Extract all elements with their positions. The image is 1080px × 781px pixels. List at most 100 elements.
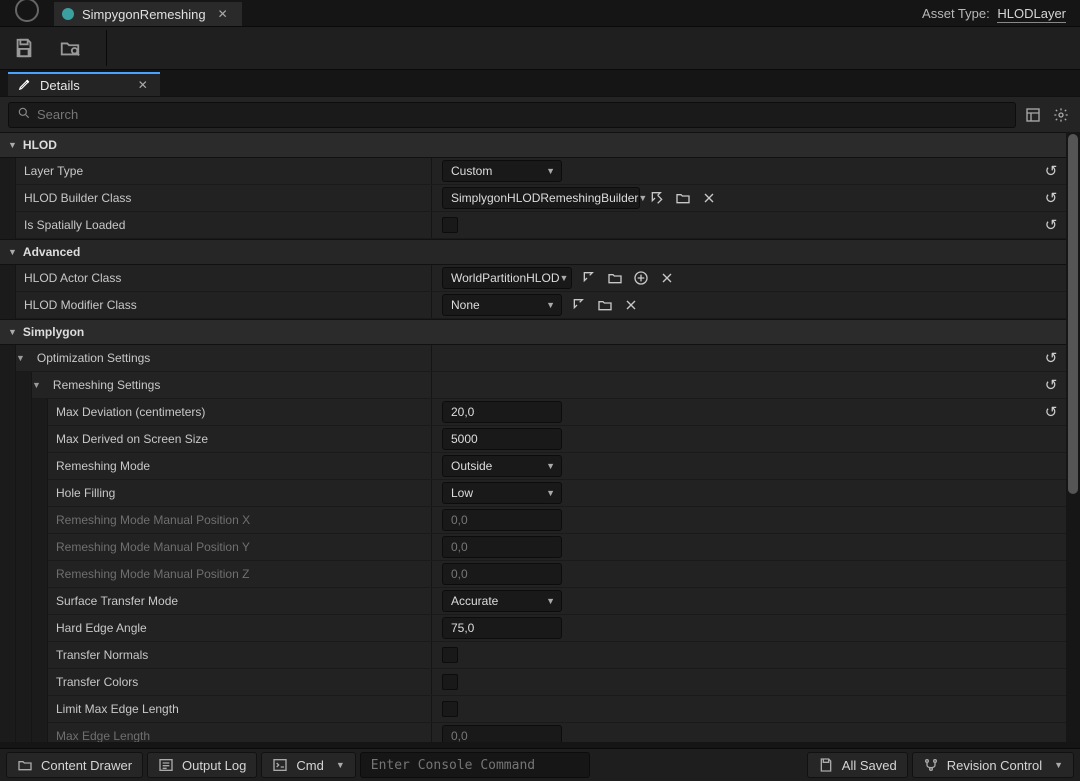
- reset-icon[interactable]: ↺: [1045, 162, 1058, 180]
- row-transfer-colors: Transfer Colors: [0, 669, 1066, 696]
- close-icon[interactable]: ✕: [214, 7, 232, 21]
- checkbox-transfer-normals[interactable]: [442, 647, 458, 663]
- reset-icon[interactable]: ↺: [1045, 216, 1058, 234]
- category-simplygon[interactable]: ▼ Simplygon: [0, 319, 1066, 345]
- details-tab-row: Details ✕: [0, 70, 1080, 96]
- row-max-deviation: Max Deviation (centimeters) ↺: [0, 399, 1066, 426]
- use-selected-icon[interactable]: [570, 296, 588, 314]
- input-max-edge-length: [442, 725, 562, 742]
- close-icon[interactable]: ✕: [136, 78, 150, 92]
- row-optimization-settings[interactable]: ▼Optimization Settings ↺: [0, 345, 1066, 372]
- use-selected-icon[interactable]: [580, 269, 598, 287]
- clear-icon[interactable]: [700, 189, 718, 207]
- use-selected-icon[interactable]: [648, 189, 666, 207]
- checkbox-limit-max-edge[interactable]: [442, 701, 458, 717]
- dropdown-actor-class[interactable]: WorldPartitionHLOD▼: [442, 267, 572, 289]
- asset-type-link[interactable]: HLODLayer: [997, 6, 1066, 23]
- add-icon[interactable]: [632, 269, 650, 287]
- log-icon: [158, 757, 174, 773]
- status-bar: Content Drawer Output Log Cmd ▼ All Save…: [0, 748, 1080, 781]
- output-log-button[interactable]: Output Log: [147, 752, 257, 778]
- chevron-down-icon: ▼: [8, 140, 17, 150]
- input-max-derived[interactable]: [442, 428, 562, 450]
- chevron-down-icon: ▼: [638, 193, 647, 203]
- row-manual-pos-z: Remeshing Mode Manual Position Z: [0, 561, 1066, 588]
- app-logo: [0, 0, 54, 26]
- gear-icon[interactable]: [1050, 104, 1072, 126]
- checkbox-spatially-loaded[interactable]: [442, 217, 458, 233]
- chevron-down-icon: ▼: [559, 273, 568, 283]
- chevron-down-icon: ▼: [546, 300, 555, 310]
- input-hard-edge-angle[interactable]: [442, 617, 562, 639]
- chevron-down-icon: ▼: [546, 596, 555, 606]
- browse-folder-icon[interactable]: [606, 269, 624, 287]
- details-tab[interactable]: Details ✕: [8, 72, 160, 96]
- input-manual-pos-x: [442, 509, 562, 531]
- cmd-selector-button[interactable]: Cmd ▼: [261, 752, 355, 778]
- save-icon[interactable]: [10, 34, 38, 62]
- label-spatially-loaded: Is Spatially Loaded: [16, 218, 125, 232]
- chevron-down-icon: ▼: [8, 247, 17, 257]
- scrollbar-thumb[interactable]: [1068, 134, 1078, 494]
- chevron-down-icon: ▼: [336, 760, 345, 770]
- reset-icon[interactable]: ↺: [1045, 403, 1058, 421]
- search-icon: [17, 106, 31, 123]
- dropdown-modifier-class[interactable]: None▼: [442, 294, 562, 316]
- dropdown-surface-transfer[interactable]: Accurate▼: [442, 590, 562, 612]
- category-hlod[interactable]: ▼ HLOD: [0, 132, 1066, 158]
- window-titlebar: SimpygonRemeshing ✕ Asset Type: HLODLaye…: [0, 0, 1080, 26]
- all-saved-button[interactable]: All Saved: [807, 752, 908, 778]
- asset-tab-title: SimpygonRemeshing: [82, 7, 206, 22]
- row-layer-type: Layer Type Custom▼ ↺: [0, 158, 1066, 185]
- input-manual-pos-z: [442, 563, 562, 585]
- label-layer-type: Layer Type: [16, 164, 83, 178]
- row-surface-transfer: Surface Transfer Mode Accurate▼: [0, 588, 1066, 615]
- row-max-derived: Max Derived on Screen Size: [0, 426, 1066, 453]
- label-actor-class: HLOD Actor Class: [16, 271, 121, 285]
- reset-icon[interactable]: ↺: [1045, 189, 1058, 207]
- browse-icon[interactable]: [56, 34, 84, 62]
- content-drawer-button[interactable]: Content Drawer: [6, 752, 143, 778]
- browse-folder-icon[interactable]: [674, 189, 692, 207]
- dropdown-remeshing-mode[interactable]: Outside▼: [442, 455, 562, 477]
- row-transfer-normals: Transfer Normals: [0, 642, 1066, 669]
- row-actor-class: HLOD Actor Class WorldPartitionHLOD▼: [0, 265, 1066, 292]
- chevron-down-icon: ▼: [16, 353, 25, 363]
- row-hard-edge-angle: Hard Edge Angle: [0, 615, 1066, 642]
- details-tab-title: Details: [40, 78, 80, 93]
- scrollbar-track[interactable]: [1066, 132, 1080, 742]
- search-input[interactable]: [37, 107, 1007, 122]
- asset-tab[interactable]: SimpygonRemeshing ✕: [54, 2, 242, 26]
- browse-folder-icon[interactable]: [596, 296, 614, 314]
- row-remeshing-mode: Remeshing Mode Outside▼: [0, 453, 1066, 480]
- chevron-down-icon: ▼: [546, 166, 555, 176]
- layout-icon[interactable]: [1022, 104, 1044, 126]
- input-max-deviation[interactable]: [442, 401, 562, 423]
- pencil-icon: [18, 77, 32, 94]
- details-search-row: [0, 96, 1080, 132]
- chevron-down-icon: ▼: [546, 461, 555, 471]
- revision-control-button[interactable]: Revision Control ▼: [912, 752, 1074, 778]
- clear-icon[interactable]: [622, 296, 640, 314]
- input-manual-pos-y: [442, 536, 562, 558]
- row-remeshing-settings[interactable]: ▼Remeshing Settings ↺: [0, 372, 1066, 399]
- reset-icon[interactable]: ↺: [1045, 349, 1058, 367]
- main-toolbar: [0, 26, 1080, 70]
- reset-icon[interactable]: ↺: [1045, 376, 1058, 394]
- dropdown-hole-filling[interactable]: Low▼: [442, 482, 562, 504]
- branch-icon: [923, 757, 939, 773]
- label-modifier-class: HLOD Modifier Class: [16, 298, 137, 312]
- dropdown-builder-class[interactable]: SimplygonHLODRemeshingBuilder▼: [442, 187, 640, 209]
- row-builder-class: HLOD Builder Class SimplygonHLODRemeshin…: [0, 185, 1066, 212]
- drawer-icon: [17, 757, 33, 773]
- row-hole-filling: Hole Filling Low▼: [0, 480, 1066, 507]
- dropdown-layer-type[interactable]: Custom▼: [442, 160, 562, 182]
- category-advanced[interactable]: ▼ Advanced: [0, 239, 1066, 265]
- checkbox-transfer-colors[interactable]: [442, 674, 458, 690]
- row-modifier-class: HLOD Modifier Class None▼: [0, 292, 1066, 319]
- label-builder-class: HLOD Builder Class: [16, 191, 131, 205]
- console-command-input[interactable]: [360, 752, 591, 778]
- clear-icon[interactable]: [658, 269, 676, 287]
- search-input-wrap[interactable]: [8, 102, 1016, 128]
- save-status-icon: [818, 757, 834, 773]
